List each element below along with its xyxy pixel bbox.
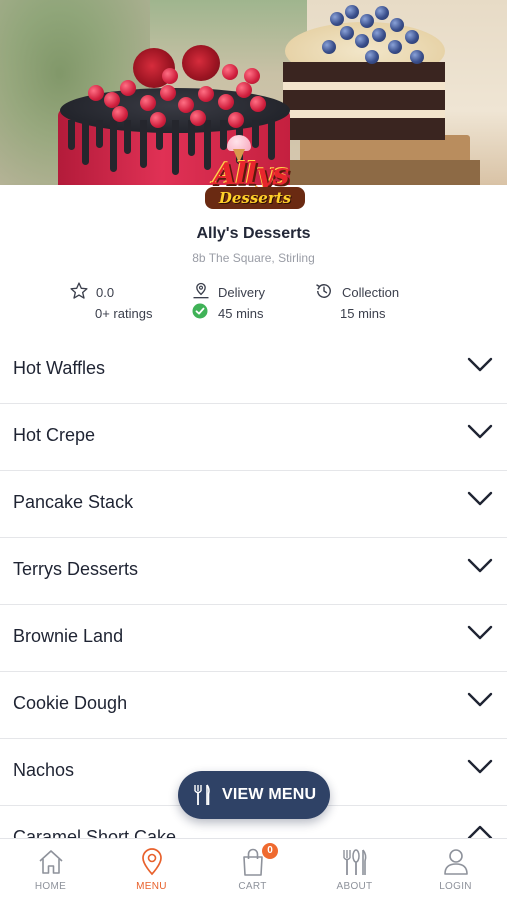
cutlery-icon <box>343 849 367 875</box>
category-label: Cookie Dough <box>13 693 128 713</box>
cutlery-icon <box>194 784 210 805</box>
rating-count: 0+ ratings <box>95 306 153 321</box>
rating-value: 0.0 <box>96 285 115 300</box>
delivery-pin-icon <box>193 282 209 299</box>
chevron-down-icon[interactable] <box>467 491 493 507</box>
clock-history-icon <box>316 284 331 298</box>
nav-menu[interactable]: MENU <box>101 839 202 900</box>
nav-about[interactable]: ABOUT <box>304 839 405 900</box>
menu-category-list: Hot Waffles Hot Crepe Pancake Stack Terr… <box>0 337 507 846</box>
menu-category-terrys-desserts[interactable]: Terrys Desserts <box>0 538 507 605</box>
location-pin-icon <box>142 848 162 876</box>
delivery-time: 45 mins <box>218 306 264 321</box>
chevron-down-icon[interactable] <box>467 558 493 574</box>
view-menu-button[interactable]: VIEW MENU <box>178 771 330 819</box>
nav-login[interactable]: LOGIN <box>405 839 506 900</box>
menu-category-cookie-dough[interactable]: Cookie Dough <box>0 672 507 739</box>
collection-label: Collection <box>342 285 400 300</box>
logo-word-desserts: Desserts <box>205 187 305 209</box>
nav-menu-label: MENU <box>136 881 167 892</box>
nav-login-label: LOGIN <box>439 881 472 892</box>
chevron-down-icon[interactable] <box>467 424 493 440</box>
chevron-down-icon[interactable] <box>467 692 493 708</box>
home-icon <box>39 850 63 874</box>
nav-home-label: HOME <box>34 881 67 892</box>
menu-category-brownie-land[interactable]: Brownie Land <box>0 605 507 672</box>
category-label: Terrys Desserts <box>13 559 139 579</box>
chevron-down-icon[interactable] <box>467 625 493 641</box>
collection-time: 15 mins <box>340 306 386 321</box>
nav-cart[interactable]: 0 CART <box>202 839 303 900</box>
chevron-down-icon[interactable] <box>467 357 493 373</box>
user-icon <box>444 849 468 875</box>
cart-count-badge: 0 <box>262 843 278 859</box>
nav-home[interactable]: HOME <box>0 839 101 900</box>
chevron-down-icon[interactable] <box>467 759 493 775</box>
check-circle-icon <box>192 303 208 319</box>
category-label: Pancake Stack <box>13 492 134 512</box>
shop-name: Ally's Desserts <box>196 225 311 242</box>
category-label: Nachos <box>13 760 75 780</box>
menu-category-hot-crepe[interactable]: Hot Crepe <box>0 404 507 471</box>
category-label: Hot Crepe <box>13 425 96 445</box>
view-menu-label: VIEW MENU <box>222 786 317 803</box>
menu-category-pancake-stack[interactable]: Pancake Stack <box>0 471 507 538</box>
shop-address: 8b The Square, Stirling <box>192 251 315 265</box>
category-label: Hot Waffles <box>13 358 106 378</box>
category-label: Brownie Land <box>13 626 124 646</box>
nav-cart-label: CART <box>238 881 267 892</box>
menu-category-hot-waffles[interactable]: Hot Waffles <box>0 337 507 404</box>
nav-about-label: ABOUT <box>336 881 373 892</box>
bottom-navigation-bar: HOME MENU 0 CART ABOUT LOGIN <box>0 838 507 900</box>
delivery-label: Delivery <box>218 285 265 300</box>
brand-logo: Allys Desserts <box>205 135 305 223</box>
star-icon <box>70 282 88 299</box>
